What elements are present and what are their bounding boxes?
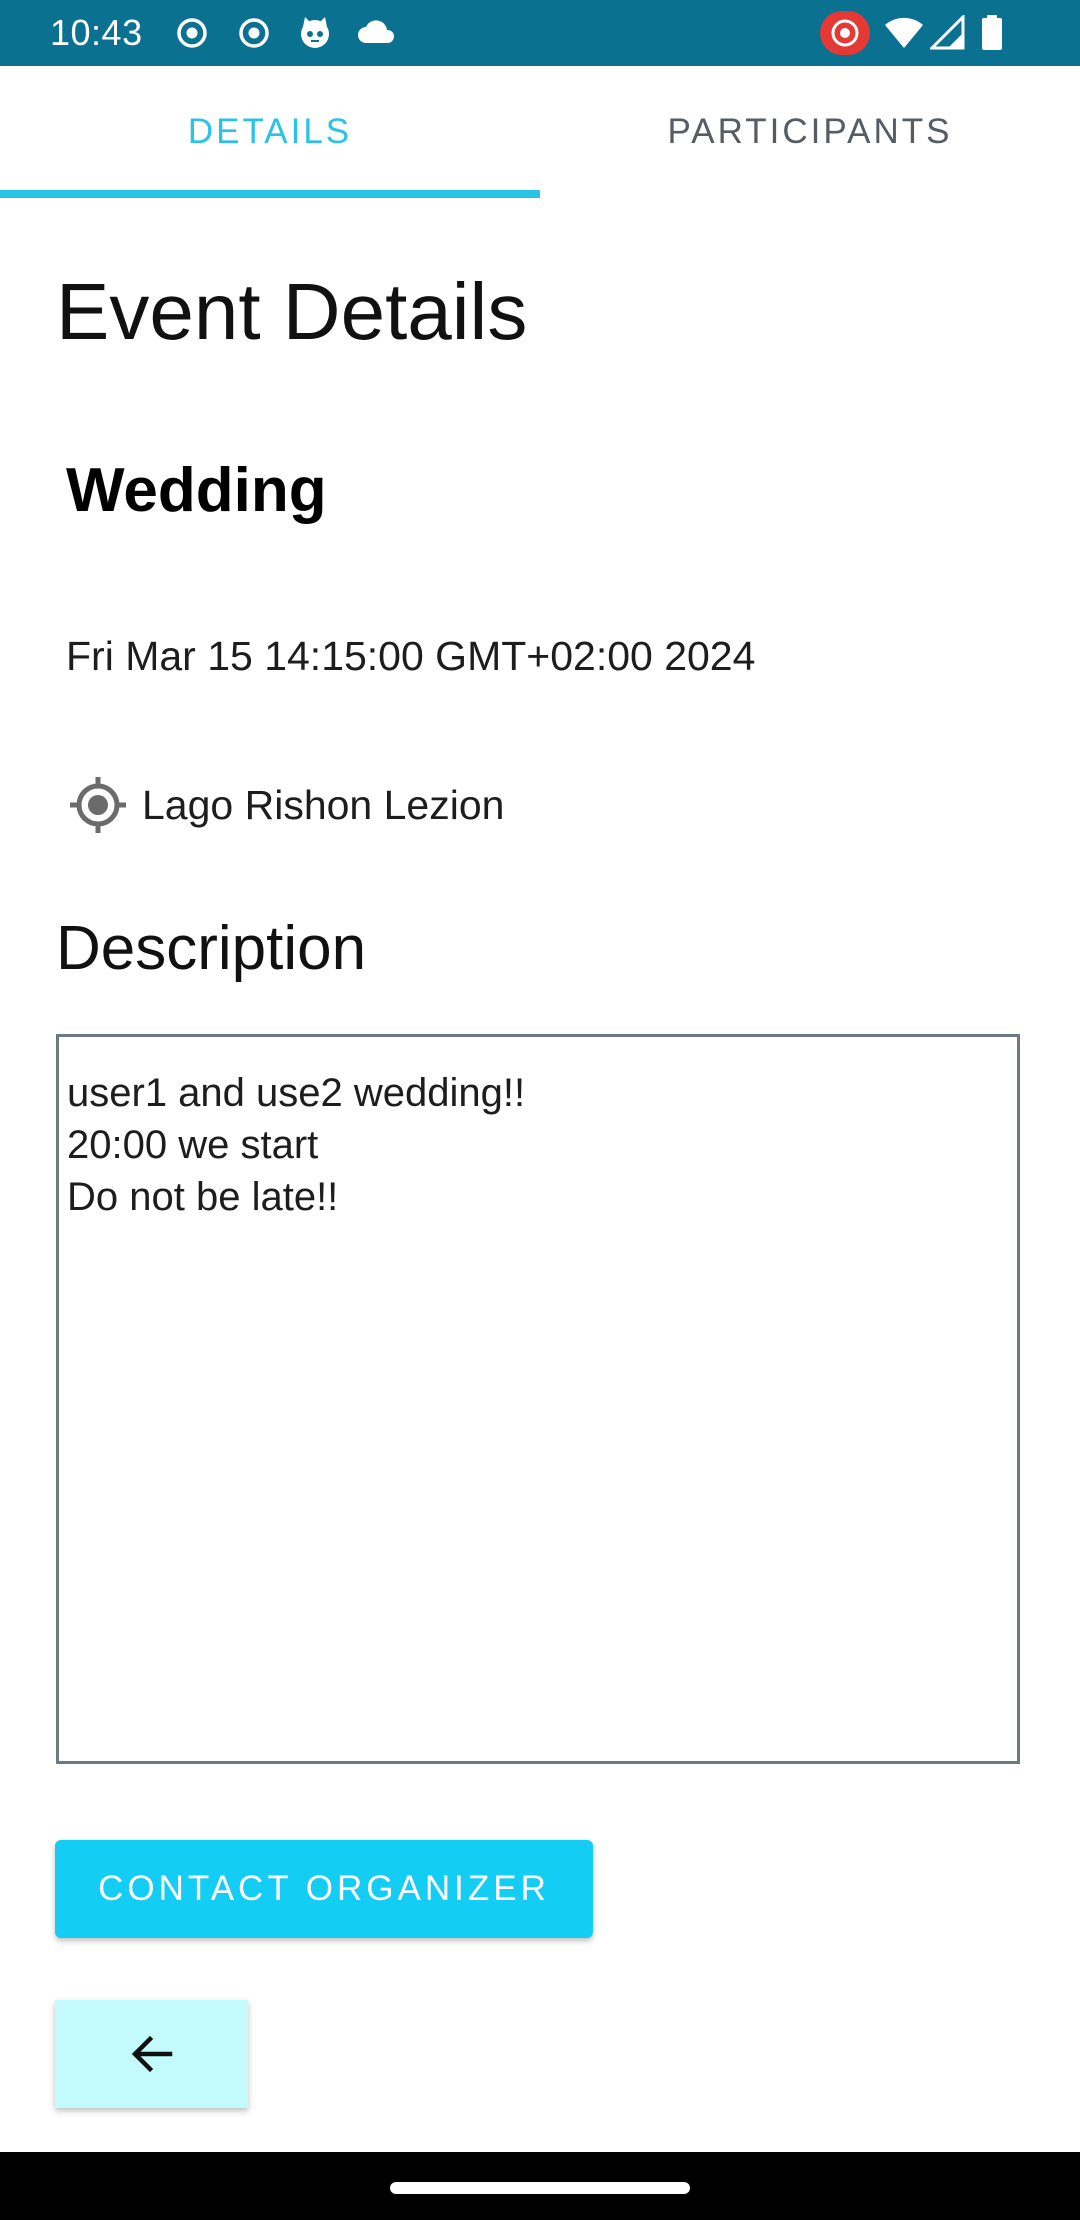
tab-bar: DETAILS PARTICIPANTS: [0, 66, 1080, 198]
wifi-icon: [885, 17, 923, 48]
radio-target-icon: [239, 18, 269, 48]
active-tab-indicator: [0, 190, 540, 198]
status-bar: 10:43: [0, 0, 1080, 66]
location-text: Lago Rishon Lezion: [142, 781, 505, 828]
event-location: Lago Rishon Lezion: [66, 770, 504, 840]
system-nav-bar: [0, 2152, 1080, 2220]
contact-organizer-button[interactable]: CONTACT ORGANIZER: [55, 1840, 593, 1938]
status-time: 10:43: [50, 12, 143, 53]
description-line: Do not be late!!: [67, 1175, 339, 1219]
back-button[interactable]: [55, 2000, 248, 2108]
event-date: Fri Mar 15 14:15:00 GMT+02:00 2024: [66, 633, 756, 679]
page-title: Event Details: [56, 267, 528, 356]
signal-icon: [930, 15, 965, 50]
tab-details[interactable]: DETAILS: [0, 66, 540, 198]
description-line: user1 and use2 wedding!!: [67, 1071, 526, 1115]
battery-icon: [982, 15, 1002, 50]
event-name: Wedding: [66, 456, 327, 525]
tab-participants[interactable]: PARTICIPANTS: [540, 66, 1080, 198]
event-details-screen: 10:43 DETAILS PARTICIPANTS Event Details…: [0, 0, 1080, 2220]
description-heading: Description: [56, 914, 367, 983]
home-gesture-handle[interactable]: [390, 2182, 690, 2194]
description-line: 20:00 we start: [67, 1123, 319, 1167]
radio-target-icon: [177, 18, 207, 48]
description-box: user1 and use2 wedding!! 20:00 we start …: [56, 1034, 1020, 1764]
cloud-icon: [358, 20, 395, 43]
arrow-left-icon: [131, 2035, 172, 2073]
cat-icon: [301, 17, 329, 48]
record-icon: [820, 11, 870, 55]
gps-location-icon: [70, 777, 126, 833]
